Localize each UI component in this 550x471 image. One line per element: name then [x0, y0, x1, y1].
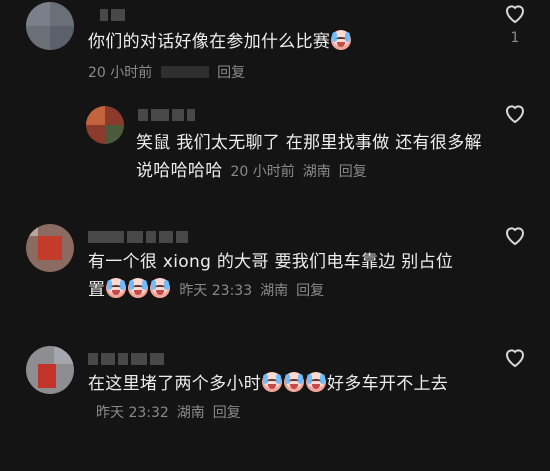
avatar[interactable]: [26, 2, 74, 50]
username-blurred[interactable]: [88, 352, 164, 366]
reply-button[interactable]: 回复: [339, 164, 367, 180]
timestamp: 20 小时前: [88, 65, 153, 81]
comment-item: 有一个很 xiong 的大哥 要我们电车靠边 别占位置 昨天 23:33 湖南 回复: [0, 218, 550, 318]
avatar[interactable]: [26, 224, 74, 272]
comment-meta: 昨天 23:32 湖南 回复: [96, 405, 249, 421]
crying-laughing-emoji-icon: [262, 372, 282, 392]
timestamp: 昨天 23:32: [96, 405, 169, 421]
timestamp: 20 小时前: [230, 164, 295, 180]
comment-text: 在这里堵了两个多小时 好多车开不上去昨天 23:32 湖南 回复: [88, 370, 468, 427]
username-blurred[interactable]: [100, 8, 125, 22]
crying-laughing-emoji-icon: [106, 278, 127, 298]
like-count: 1: [510, 30, 520, 46]
comment-text: 有一个很 xiong 的大哥 要我们电车靠边 别占位置 昨天 23:33 湖南 回复: [88, 248, 468, 305]
crying-laughing-emoji-icon: [331, 30, 352, 50]
like-button[interactable]: 1: [501, 2, 529, 46]
heart-outline-icon: [505, 5, 525, 24]
comment-body: 你们的对话好像在参加什么比赛: [88, 32, 331, 52]
reply-button[interactable]: 回复: [296, 283, 324, 299]
crying-laughing-emoji-icon: [150, 278, 171, 298]
reply-button[interactable]: 回复: [213, 405, 241, 421]
location-blurred: [160, 66, 209, 78]
avatar[interactable]: [26, 346, 74, 394]
location: 湖南: [176, 405, 205, 421]
crying-laughing-emoji-icon: [306, 372, 326, 392]
timestamp: 昨天 23:33: [179, 283, 253, 299]
comment-text: 笑鼠 我们太无聊了 在那里找事做 还有很多解说哈哈哈哈 20 小时前 湖南 回复: [136, 129, 486, 186]
like-button[interactable]: [501, 102, 529, 124]
comment-meta: 20 小时前 湖南 回复: [231, 164, 375, 180]
comment-meta: 20 小时前 回复: [88, 62, 245, 82]
like-button[interactable]: [501, 346, 529, 368]
like-button[interactable]: [501, 224, 529, 246]
reply-button[interactable]: 回复: [217, 65, 245, 81]
heart-outline-icon: [505, 349, 525, 368]
location: 湖南: [302, 164, 331, 180]
location: 湖南: [260, 283, 289, 299]
comment-item: 你们的对话好像在参加什么比赛 20 小时前 回复 1: [0, 0, 550, 90]
comment-text: 你们的对话好像在参加什么比赛: [88, 28, 468, 56]
heart-outline-icon: [505, 227, 525, 246]
username-blurred[interactable]: [88, 230, 188, 244]
heart-outline-icon: [505, 105, 525, 124]
comment-meta: 昨天 23:33 湖南 回复: [179, 283, 332, 299]
avatar[interactable]: [86, 106, 124, 144]
comment-body-continued: 好多车开不上去: [327, 374, 449, 394]
username-blurred[interactable]: [138, 108, 195, 122]
reply-item: 笑鼠 我们太无聊了 在那里找事做 还有很多解说哈哈哈哈 20 小时前 湖南 回复: [0, 96, 550, 192]
crying-laughing-emoji-icon: [284, 372, 304, 392]
crying-laughing-emoji-icon: [128, 278, 149, 298]
comment-body: 在这里堵了两个多小时: [88, 374, 261, 394]
comment-item: 在这里堵了两个多小时 好多车开不上去昨天 23:32 湖南 回复: [0, 342, 550, 452]
